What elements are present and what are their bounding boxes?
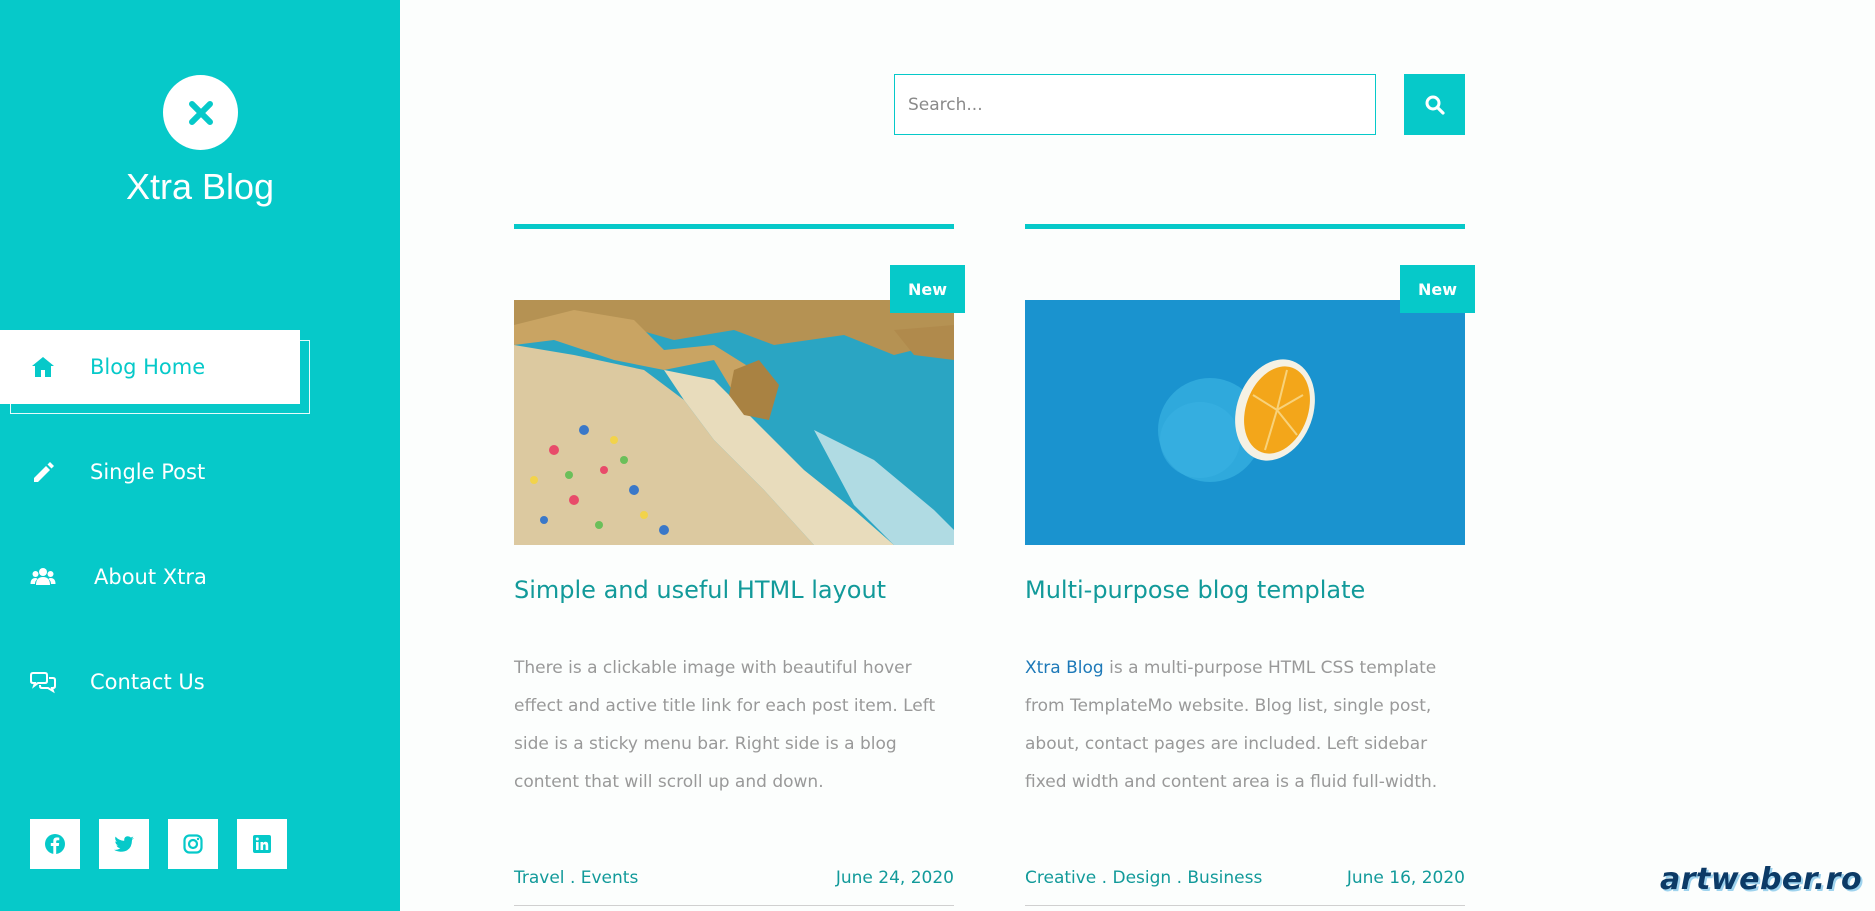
sidebar: Xtra Blog Blog Home Single Post About Xt…: [0, 0, 400, 911]
social-links: [30, 819, 287, 869]
twitter-icon: [114, 836, 134, 852]
card-divider: [514, 905, 954, 906]
pencil-icon: [28, 457, 58, 487]
close-x-icon: [188, 100, 213, 125]
watermark: artweber.ro: [1660, 862, 1863, 897]
facebook-button[interactable]: [30, 819, 80, 869]
post-tags[interactable]: Travel . Events: [514, 868, 638, 888]
brand-title: Xtra Blog: [125, 166, 275, 207]
post-title[interactable]: Simple and useful HTML layout: [514, 576, 954, 604]
new-badge: New: [1400, 265, 1475, 313]
linkedin-button[interactable]: [237, 819, 287, 869]
nav-item-contact[interactable]: Contact Us: [0, 645, 300, 719]
post-date: June 16, 2020: [1346, 868, 1465, 888]
new-badge: New: [890, 265, 965, 313]
post-card: Simple and useful HTML layout There is a…: [514, 224, 954, 911]
post-title[interactable]: Multi-purpose blog template: [1025, 576, 1465, 604]
post-image-beach[interactable]: [514, 300, 954, 545]
nav-label: Contact Us: [90, 670, 205, 694]
post-excerpt: Xtra Blog is a multi-purpose HTML CSS te…: [1025, 649, 1470, 801]
nav-item-blog-home[interactable]: Blog Home: [0, 330, 300, 404]
post-date: June 24, 2020: [835, 868, 954, 888]
linkedin-icon: [253, 835, 271, 853]
card-top-bar: [514, 224, 954, 229]
logo[interactable]: [163, 75, 238, 150]
post-tags[interactable]: Creative . Design . Business: [1025, 868, 1262, 888]
comments-icon: [28, 667, 58, 697]
card-divider: [1025, 905, 1465, 906]
nav-item-about[interactable]: About Xtra: [0, 540, 300, 614]
home-icon: [28, 352, 58, 382]
card-top-bar: [1025, 224, 1465, 229]
facebook-icon: [45, 834, 65, 854]
post-card: Multi-purpose blog template Xtra Blog is…: [1025, 224, 1465, 911]
post-excerpt: There is a clickable image with beautifu…: [514, 658, 936, 792]
post-image-orange[interactable]: [1025, 300, 1465, 545]
search-button[interactable]: [1404, 74, 1465, 135]
post-excerpt-text: is a multi-purpose HTML CSS template fro…: [1025, 658, 1438, 792]
xtra-blog-link[interactable]: Xtra Blog: [1025, 658, 1104, 678]
instagram-button[interactable]: [168, 819, 218, 869]
users-icon: [28, 562, 58, 592]
search-icon: [1425, 95, 1445, 115]
nav-label: Blog Home: [90, 355, 206, 379]
nav-item-single-post[interactable]: Single Post: [0, 435, 300, 509]
search-input[interactable]: [894, 74, 1376, 135]
nav-label: About Xtra: [94, 565, 207, 589]
nav-label: Single Post: [90, 460, 206, 484]
instagram-icon: [183, 834, 203, 854]
twitter-button[interactable]: [99, 819, 149, 869]
